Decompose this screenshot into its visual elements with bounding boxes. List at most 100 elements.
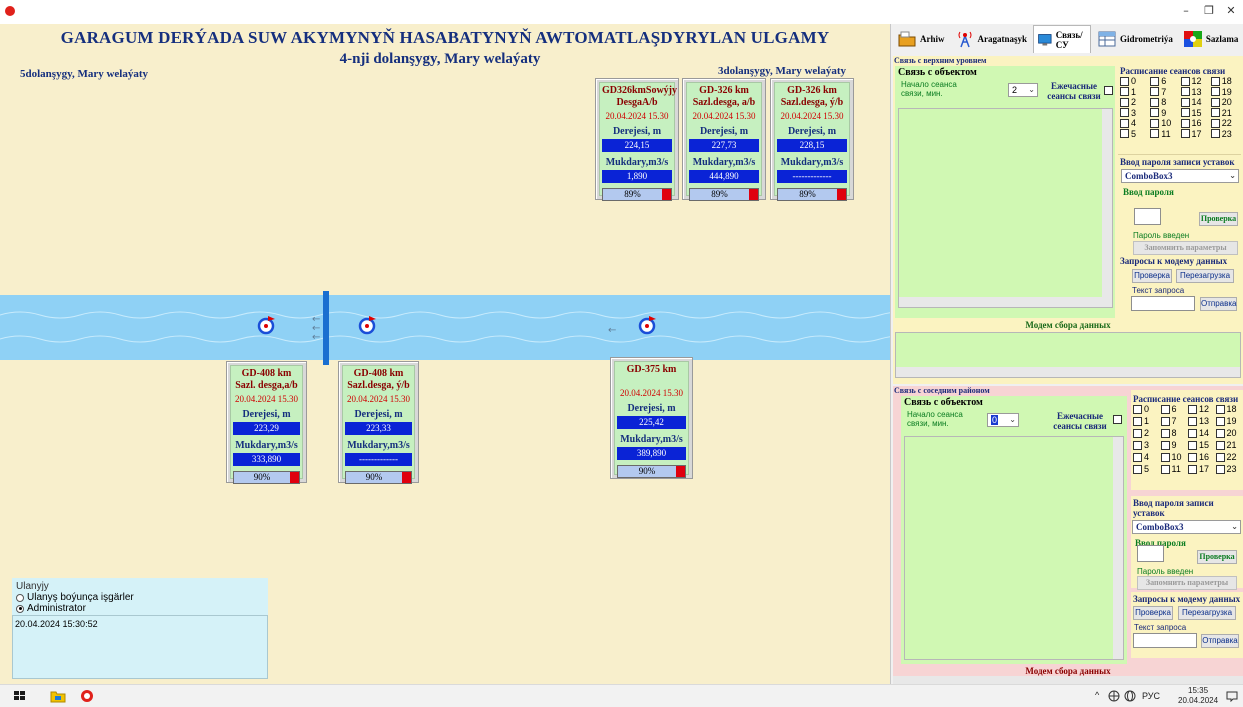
tab-connection-su[interactable]: Связь/СУ bbox=[1033, 25, 1092, 53]
hour-checkbox[interactable] bbox=[1150, 118, 1160, 128]
schedule-hour-0[interactable]: 0 bbox=[1133, 404, 1161, 415]
hour-checkbox[interactable] bbox=[1150, 76, 1160, 86]
schedule-hour-19[interactable]: 19 bbox=[1215, 416, 1243, 427]
hour-checkbox[interactable] bbox=[1210, 118, 1220, 128]
schedule-hour-3[interactable]: 3 bbox=[1120, 108, 1150, 119]
hour-checkbox[interactable] bbox=[1210, 97, 1220, 107]
send-button[interactable]: Отправка bbox=[1200, 297, 1237, 311]
role-option-admin[interactable]: Administrator bbox=[16, 603, 264, 614]
vertical-scrollbar[interactable] bbox=[1102, 109, 1112, 307]
schedule-hour-17[interactable]: 17 bbox=[1188, 464, 1216, 475]
schedule-hour-12[interactable]: 12 bbox=[1180, 76, 1211, 87]
save-params-button[interactable]: Запомнить параметры bbox=[1137, 576, 1237, 590]
schedule-hour-12[interactable]: 12 bbox=[1188, 404, 1216, 415]
station-card[interactable]: GD-375 km 20.04.2024 15.30 Derejesi, m 2… bbox=[610, 357, 693, 479]
station-marker-icon[interactable] bbox=[257, 315, 277, 335]
hour-checkbox[interactable] bbox=[1120, 87, 1129, 97]
horizontal-scrollbar[interactable] bbox=[899, 297, 1112, 307]
password-input[interactable] bbox=[1134, 208, 1161, 225]
schedule-hour-5[interactable]: 5 bbox=[1133, 464, 1161, 475]
schedule-hour-16[interactable]: 16 bbox=[1188, 452, 1216, 463]
station-card[interactable]: GD326kmSowýjy DesgaA/b 20.04.2024 15.30 … bbox=[595, 78, 679, 201]
schedule-hour-4[interactable]: 4 bbox=[1133, 452, 1161, 463]
hour-checkbox[interactable] bbox=[1180, 108, 1190, 118]
schedule-hour-17[interactable]: 17 bbox=[1180, 129, 1211, 140]
schedule-hour-10[interactable]: 10 bbox=[1160, 452, 1189, 463]
globe-icon[interactable] bbox=[1124, 690, 1136, 702]
tab-hydrometry[interactable]: Gidrometriýa bbox=[1093, 25, 1177, 53]
modem-reboot-button[interactable]: Перезагрузка bbox=[1176, 269, 1234, 283]
hour-checkbox[interactable] bbox=[1133, 440, 1142, 450]
schedule-hour-13[interactable]: 13 bbox=[1180, 87, 1211, 98]
station-card[interactable]: GD-326 km Sazl.desga, ý/b 20.04.2024 15.… bbox=[770, 78, 854, 201]
schedule-hour-6[interactable]: 6 bbox=[1160, 404, 1189, 415]
hour-checkbox[interactable] bbox=[1210, 108, 1220, 118]
role-option-staff[interactable]: Ulanyş boýunça işgärler bbox=[16, 592, 264, 603]
hour-checkbox[interactable] bbox=[1120, 129, 1129, 139]
hour-checkbox[interactable] bbox=[1188, 464, 1197, 474]
minimize-button[interactable]: – bbox=[1175, 2, 1197, 20]
hour-checkbox[interactable] bbox=[1180, 76, 1190, 86]
hour-checkbox[interactable] bbox=[1215, 416, 1225, 426]
hour-checkbox[interactable] bbox=[1180, 118, 1190, 128]
hour-checkbox[interactable] bbox=[1215, 452, 1225, 462]
collector-modem-textarea[interactable] bbox=[895, 332, 1241, 378]
schedule-hour-9[interactable]: 9 bbox=[1150, 108, 1180, 119]
hour-checkbox[interactable] bbox=[1188, 452, 1197, 462]
hour-checkbox[interactable] bbox=[1188, 428, 1197, 438]
windows-start-icon[interactable] bbox=[12, 689, 28, 703]
hour-checkbox[interactable] bbox=[1160, 440, 1170, 450]
schedule-hour-15[interactable]: 15 bbox=[1188, 440, 1216, 451]
hour-checkbox[interactable] bbox=[1215, 404, 1225, 414]
check-password-button[interactable]: Проверка bbox=[1197, 550, 1237, 564]
schedule-hour-5[interactable]: 5 bbox=[1120, 129, 1150, 140]
hour-checkbox[interactable] bbox=[1133, 428, 1142, 438]
hour-checkbox[interactable] bbox=[1160, 428, 1170, 438]
hour-checkbox[interactable] bbox=[1133, 464, 1142, 474]
horizontal-scrollbar[interactable] bbox=[893, 676, 1243, 684]
hour-checkbox[interactable] bbox=[1133, 452, 1142, 462]
station-marker-icon[interactable] bbox=[638, 315, 658, 335]
request-text-input[interactable] bbox=[1133, 633, 1197, 648]
schedule-hour-20[interactable]: 20 bbox=[1215, 428, 1243, 439]
send-button[interactable]: Отправка bbox=[1201, 634, 1239, 648]
modem-check-button[interactable]: Проверка bbox=[1132, 269, 1172, 283]
file-explorer-icon[interactable] bbox=[50, 689, 66, 703]
schedule-hour-11[interactable]: 11 bbox=[1160, 464, 1189, 475]
schedule-hour-10[interactable]: 10 bbox=[1150, 118, 1180, 129]
hourly-sessions-checkbox[interactable] bbox=[1113, 415, 1122, 424]
hour-checkbox[interactable] bbox=[1188, 416, 1197, 426]
modem-reboot-button[interactable]: Перезагрузка bbox=[1178, 606, 1236, 620]
schedule-hour-14[interactable]: 14 bbox=[1188, 428, 1216, 439]
notification-icon[interactable] bbox=[1226, 690, 1238, 702]
hour-checkbox[interactable] bbox=[1210, 76, 1220, 86]
schedule-hour-11[interactable]: 11 bbox=[1150, 129, 1180, 140]
hour-checkbox[interactable] bbox=[1120, 108, 1129, 118]
hour-checkbox[interactable] bbox=[1160, 416, 1170, 426]
schedule-hour-8[interactable]: 8 bbox=[1150, 97, 1180, 108]
schedule-hour-14[interactable]: 14 bbox=[1180, 97, 1211, 108]
hour-checkbox[interactable] bbox=[1150, 97, 1160, 107]
schedule-hour-13[interactable]: 13 bbox=[1188, 416, 1216, 427]
station-card[interactable]: GD-408 km Sazl.desga, ý/b 20.04.2024 15.… bbox=[338, 361, 419, 484]
schedule-hour-2[interactable]: 2 bbox=[1133, 428, 1161, 439]
schedule-hour-18[interactable]: 18 bbox=[1210, 76, 1241, 87]
hour-checkbox[interactable] bbox=[1160, 464, 1170, 474]
schedule-hour-21[interactable]: 21 bbox=[1215, 440, 1243, 451]
station-card[interactable]: GD-408 km Sazl. desga,a/b 20.04.2024 15.… bbox=[226, 361, 307, 484]
modem-check-button[interactable]: Проверка bbox=[1133, 606, 1173, 620]
hour-checkbox[interactable] bbox=[1150, 108, 1160, 118]
schedule-hour-4[interactable]: 4 bbox=[1120, 118, 1150, 129]
schedule-hour-7[interactable]: 7 bbox=[1150, 87, 1180, 98]
hourly-sessions-checkbox[interactable] bbox=[1104, 86, 1113, 95]
hour-checkbox[interactable] bbox=[1180, 129, 1190, 139]
language-indicator[interactable]: РУС bbox=[1142, 691, 1160, 701]
hour-checkbox[interactable] bbox=[1180, 97, 1190, 107]
hour-checkbox[interactable] bbox=[1210, 87, 1220, 97]
app-taskbar-icon[interactable] bbox=[79, 689, 95, 703]
radio-selected-icon[interactable] bbox=[16, 604, 24, 613]
schedule-hour-3[interactable]: 3 bbox=[1133, 440, 1161, 451]
tab-settings[interactable]: Sazlama bbox=[1179, 25, 1243, 53]
schedule-hour-1[interactable]: 1 bbox=[1120, 87, 1150, 98]
object-log-textarea[interactable] bbox=[898, 108, 1113, 308]
